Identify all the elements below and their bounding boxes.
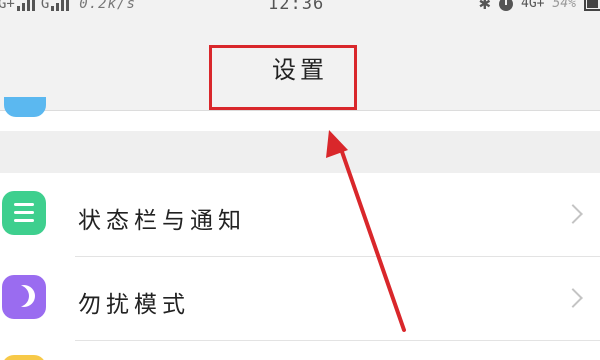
status-bar-left: G+ G 0.2k/s: [0, 0, 136, 11]
partial-item-icon: [4, 97, 46, 117]
battery-percent: 54%: [552, 0, 576, 11]
settings-item-do-not-disturb[interactable]: 勿扰模式: [0, 257, 600, 341]
settings-item-status-bar-notifications[interactable]: 状态栏与通知: [0, 173, 600, 257]
chevron-right-icon: [563, 204, 583, 224]
bluetooth-icon: ✱: [478, 0, 492, 13]
alarm-icon: [499, 0, 514, 11]
phone-screen: G+ G 0.2k/s 12:36 ✱ 4G+ 54% 设置 状态栏与通知 勿扰…: [0, 0, 600, 360]
network-speed: 0.2k/s: [79, 0, 136, 12]
sim1-network-type: G+: [0, 0, 15, 12]
settings-item-label: 状态栏与通知: [78, 208, 246, 234]
partial-list-item[interactable]: [0, 97, 600, 131]
battery-icon: [584, 0, 600, 11]
sim2-network-type: G: [40, 0, 50, 12]
status-clock: 12:36: [268, 0, 325, 14]
notification-lines-icon: [2, 191, 46, 235]
partial-list-item[interactable]: [0, 341, 600, 360]
partial-item-icon: [2, 355, 46, 360]
annotation-highlight-box: [209, 45, 357, 110]
section-divider: [0, 131, 600, 173]
status-bar-right: ✱ 4G+ 54%: [478, 0, 600, 13]
settings-list: 状态栏与通知 勿扰模式: [0, 173, 600, 360]
sim2-signal-icon: [51, 0, 70, 11]
sim1-signal-icon: [16, 0, 35, 11]
status-bar: G+ G 0.2k/s 12:36 ✱ 4G+ 54%: [0, 0, 600, 22]
chevron-right-icon: [563, 288, 583, 308]
moon-icon: [2, 275, 46, 319]
mobile-data-type: 4G+: [521, 0, 545, 11]
settings-item-label: 勿扰模式: [78, 292, 190, 318]
